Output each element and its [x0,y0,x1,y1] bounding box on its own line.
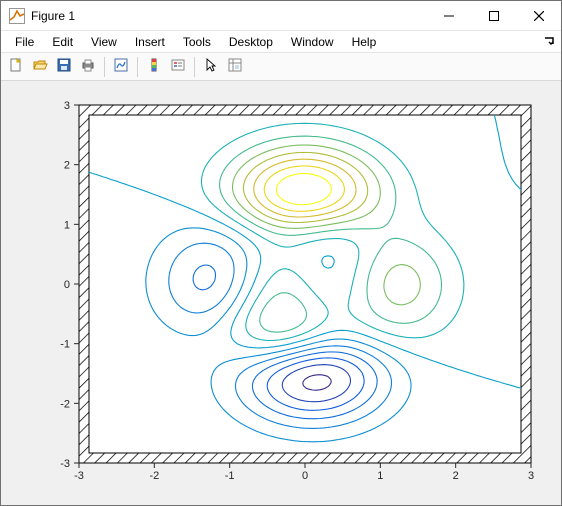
new-icon [8,57,24,76]
print-icon [80,57,96,76]
plot-area: -3 -2 -1 0 1 2 3 -3 -2 -1 0 1 2 3 [1,81,561,505]
figure-window: Figure 1 FileEditViewInsertToolsDesktopW… [0,0,562,506]
save-icon [56,57,72,76]
toolbar-separator [104,57,105,77]
toolbar-separator [137,57,138,77]
dock-arrow-icon[interactable] [543,34,555,49]
x-tick-label: 2 [453,470,459,482]
menu-desktop[interactable]: Desktop [221,33,281,51]
y-tick-label: 3 [64,100,70,112]
toolbar [1,53,561,81]
y-tick-label: -2 [60,398,70,410]
title-bar: Figure 1 [1,1,561,31]
y-tick-label: 1 [64,219,70,231]
menu-tools[interactable]: Tools [175,33,219,51]
maximize-button[interactable] [471,1,516,30]
window-title: Figure 1 [31,9,75,23]
x-tick-label: -2 [149,470,159,482]
save-button[interactable] [53,56,75,78]
link-icon [113,57,129,76]
menu-insert[interactable]: Insert [127,33,173,51]
x-tick-label: 1 [377,470,383,482]
menu-window[interactable]: Window [283,33,342,51]
open-property-editor-button[interactable] [224,56,246,78]
menu-help[interactable]: Help [344,33,385,51]
property-icon [227,57,243,76]
edit-plot-button[interactable] [200,56,222,78]
print-button[interactable] [77,56,99,78]
colorbar-icon [146,57,162,76]
y-tick-label: 0 [64,279,70,291]
insert-colorbar-button[interactable] [143,56,165,78]
insert-legend-button[interactable] [167,56,189,78]
x-tick-label: -3 [74,470,84,482]
menu-file[interactable]: File [7,33,42,51]
x-tick-label: 3 [528,470,534,482]
matlab-figure-icon [9,8,25,24]
axes[interactable]: -3 -2 -1 0 1 2 3 -3 -2 -1 0 1 2 3 [1,81,561,505]
x-tick-label: -1 [225,470,235,482]
y-tick-label: -1 [60,339,70,351]
x-tick-label: 0 [302,470,308,482]
menu-bar: FileEditViewInsertToolsDesktopWindowHelp [1,31,561,53]
y-tick-label: 2 [64,160,70,172]
menu-view[interactable]: View [83,33,125,51]
pointer-icon [203,57,219,76]
toolbar-separator [194,57,195,77]
open-icon [32,57,48,76]
close-button[interactable] [516,1,561,30]
legend-icon [170,57,186,76]
menu-edit[interactable]: Edit [44,33,81,51]
minimize-button[interactable] [426,1,471,30]
y-tick-label: -3 [60,458,70,470]
new-figure-button[interactable] [5,56,27,78]
window-controls [426,1,561,30]
open-button[interactable] [29,56,51,78]
link-plot-button[interactable] [110,56,132,78]
